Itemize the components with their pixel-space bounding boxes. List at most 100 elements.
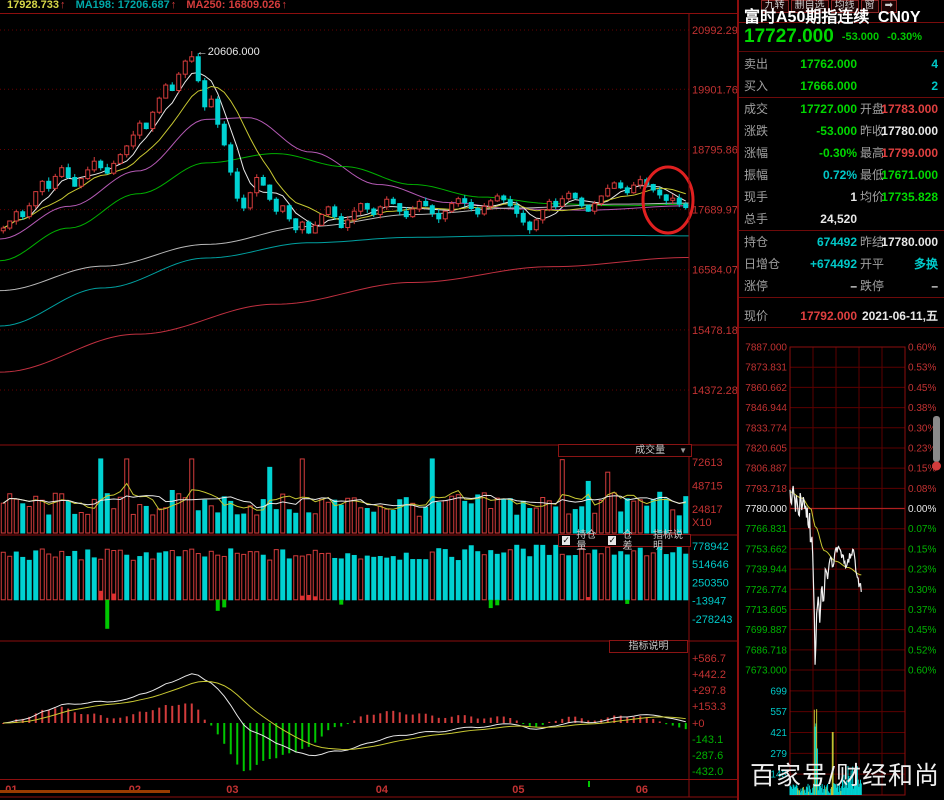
quote-row-买入: 买入17666.0002	[739, 75, 944, 98]
svg-text:05: 05	[512, 784, 524, 796]
svg-text:7753.662: 7753.662	[745, 544, 787, 555]
svg-text:0.53%: 0.53%	[908, 363, 936, 374]
svg-text:7887.000: 7887.000	[745, 343, 787, 354]
svg-text:0.60%: 0.60%	[908, 666, 936, 677]
svg-text:699: 699	[770, 686, 787, 697]
svg-text:0.37%: 0.37%	[908, 605, 936, 616]
svg-text:7766.831: 7766.831	[745, 524, 787, 535]
svg-text:7686.718: 7686.718	[745, 645, 787, 656]
svg-text:0.38%: 0.38%	[908, 403, 936, 414]
quote-rows: 卖出17762.0004买入17666.0002成交17727.000开盘177…	[739, 53, 944, 328]
svg-text:0.45%: 0.45%	[908, 383, 936, 394]
svg-text:7793.718: 7793.718	[745, 484, 787, 495]
svg-text:+442.2: +442.2	[692, 669, 726, 681]
h-scrollbar[interactable]	[0, 790, 170, 793]
svg-text:0.15%: 0.15%	[908, 544, 936, 555]
quote-row-总手: 总手24,520	[739, 208, 944, 231]
chevron-down-icon: ▼	[679, 445, 687, 456]
indicator-help-link[interactable]: 指标说明	[653, 530, 690, 552]
last-price: 17727.000	[744, 26, 834, 48]
svg-text:20992.29: 20992.29	[692, 25, 737, 37]
svg-text:16584.07: 16584.07	[692, 265, 737, 277]
quote-row-涨幅: 涨幅-0.30%最高17799.000	[739, 142, 944, 164]
svg-text:04: 04	[376, 784, 389, 796]
svg-text:7820.605: 7820.605	[745, 443, 787, 454]
macd-help-box: 指标说明	[609, 640, 688, 653]
svg-text:0.08%: 0.08%	[908, 484, 936, 495]
trading-terminal: 17928.733↑ MA198: 17206.687↑ MA250: 1680…	[0, 0, 944, 800]
svg-text:X10: X10	[692, 517, 712, 529]
peak-annotation: ←20606.000	[197, 46, 260, 58]
svg-text:7726.774: 7726.774	[745, 585, 787, 596]
instrument-name: 富时A50期指连续	[744, 9, 869, 26]
open-interest-controls: ✓ 持仓量 ✓ 仓差 指标说明	[558, 534, 691, 547]
svg-text:-143.1: -143.1	[692, 734, 723, 746]
svg-text:0.07%: 0.07%	[908, 524, 936, 535]
svg-text:18795.86: 18795.86	[692, 144, 737, 156]
x-axis: 010203040506	[0, 781, 648, 796]
last-price-row: 17727.000 -53.000 -0.30%	[739, 23, 944, 52]
oi-checkbox-label[interactable]: 持仓量	[576, 530, 604, 552]
macd-pane	[2, 674, 687, 771]
avg-price-line	[790, 492, 861, 575]
quote-row-日增仓: 日增仓+674492开平多换	[739, 253, 944, 275]
quote-row-涨跌: 涨跌-53.000昨收17780.000	[739, 120, 944, 142]
svg-text:-13947: -13947	[692, 596, 726, 608]
svg-text:7833.774: 7833.774	[745, 423, 787, 434]
watermark: 百家号/财经和尚	[750, 756, 940, 792]
svg-text:7873.831: 7873.831	[745, 363, 787, 374]
instrument-code: CN0Y	[878, 9, 921, 26]
svg-text:0.23%: 0.23%	[908, 443, 936, 454]
svg-text:0.45%: 0.45%	[908, 625, 936, 636]
svg-text:72613: 72613	[692, 457, 723, 469]
oi-checkbox-icon[interactable]: ✓	[562, 536, 570, 545]
svg-text:06: 06	[636, 784, 648, 796]
svg-text:0.00%: 0.00%	[908, 504, 936, 515]
price-change: -53.000	[842, 31, 879, 43]
svg-text:48715: 48715	[692, 481, 723, 493]
svg-text:03: 03	[226, 784, 238, 796]
quote-row-振幅: 振幅0.72%最低17671.000	[739, 164, 944, 186]
svg-text:7673.000: 7673.000	[745, 666, 787, 677]
svg-text:0.30%: 0.30%	[908, 423, 936, 434]
svg-text:0.23%: 0.23%	[908, 565, 936, 576]
svg-text:+297.8: +297.8	[692, 685, 726, 697]
instrument-title: 富时A50期指连续 CN0Y	[739, 0, 944, 23]
svg-text:17689.97: 17689.97	[692, 205, 737, 217]
svg-text:7699.887: 7699.887	[745, 625, 787, 636]
quote-row-涨停: 涨停–跌停–	[739, 275, 944, 298]
price-change-pct: -0.30%	[887, 31, 922, 43]
svg-text:0.30%: 0.30%	[908, 585, 936, 596]
mini-grid	[790, 347, 905, 795]
diff-checkbox-icon[interactable]: ✓	[608, 536, 616, 545]
volume-header-label: 成交量	[635, 445, 665, 456]
svg-text:15478.18: 15478.18	[692, 325, 737, 337]
quote-row-现手: 现手1均价17735.828	[739, 186, 944, 208]
ma-overlays	[0, 73, 689, 373]
volume-pane	[1, 459, 688, 533]
svg-text:250350: 250350	[692, 577, 729, 589]
svg-text:7846.944: 7846.944	[745, 403, 787, 414]
svg-text:7860.662: 7860.662	[745, 383, 787, 394]
v-slider[interactable]	[932, 416, 941, 471]
svg-text:0.52%: 0.52%	[908, 645, 936, 656]
svg-text:514646: 514646	[692, 559, 729, 571]
candles-group	[1, 51, 688, 234]
intraday-chart[interactable]: 7887.000 7873.831 7860.662 7846.944 7833.774…	[737, 340, 944, 800]
diff-checkbox-label[interactable]: 仓差	[622, 530, 641, 552]
svg-text:7806.887: 7806.887	[745, 464, 787, 475]
chart-area[interactable]: 20992.2919901.7618795.8617689.9716584.07…	[0, 0, 737, 800]
svg-text:24817: 24817	[692, 504, 723, 516]
svg-text:421: 421	[770, 728, 787, 739]
svg-text:778942: 778942	[692, 541, 729, 553]
svg-text:-432.0: -432.0	[692, 766, 723, 778]
svg-text:+153.3: +153.3	[692, 701, 726, 713]
svg-text:14372.28: 14372.28	[692, 385, 737, 397]
svg-text:7739.944: 7739.944	[745, 565, 787, 576]
main-chart-canvas[interactable]: 20992.2919901.7618795.8617689.9716584.07…	[0, 0, 737, 800]
indicator-help-link-2[interactable]: 指标说明	[629, 641, 669, 652]
quote-row-现价: 现价17792.0002021-06-11,五	[739, 305, 944, 328]
volume-indicator-dropdown[interactable]: 成交量 ▼	[558, 444, 692, 457]
open-interest-pane	[1, 545, 688, 629]
quote-row-卖出: 卖出17762.0004	[739, 53, 944, 75]
